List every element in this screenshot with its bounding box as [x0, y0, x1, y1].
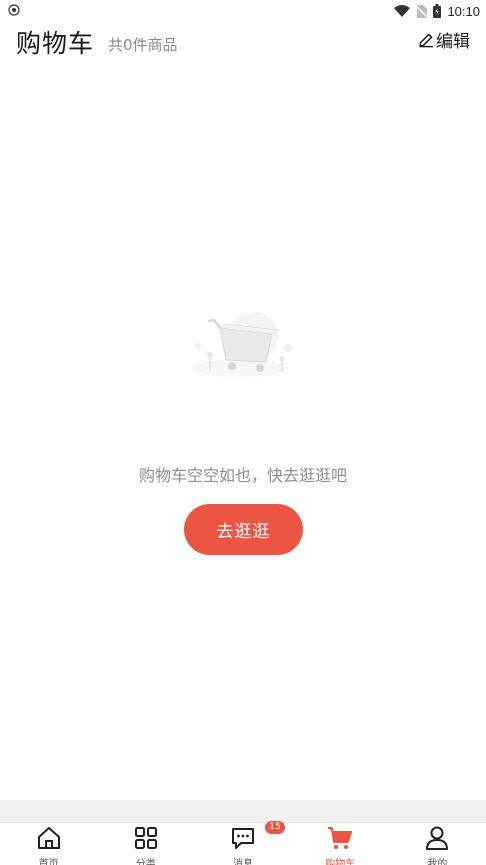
grid-icon: [134, 827, 157, 849]
tab-category[interactable]: 分类: [97, 823, 194, 865]
user-icon: [426, 826, 449, 850]
status-time: 10:10: [447, 3, 480, 19]
no-sim-icon: [416, 4, 428, 18]
empty-cart-illustration: [192, 312, 292, 377]
message-badge: 15: [265, 821, 285, 834]
bottom-tab-bar: 首页 分类 消息 购物车 我的: [0, 822, 486, 865]
edit-button[interactable]: 编辑: [418, 27, 470, 52]
battery-icon: [433, 4, 442, 18]
pencil-icon: [419, 33, 433, 47]
home-icon: [37, 827, 60, 849]
go-shopping-button[interactable]: 去逛逛: [184, 504, 303, 555]
footer-divider: [0, 800, 486, 822]
edit-label: 编辑: [436, 32, 470, 52]
page-title: 购物车: [16, 29, 95, 58]
tab-profile[interactable]: 我的: [389, 823, 486, 865]
shield-icon: [8, 4, 20, 16]
tab-cart[interactable]: 购物车: [292, 823, 389, 865]
message-icon: [232, 828, 254, 849]
wifi-icon: [394, 5, 411, 17]
cart-icon: [328, 827, 353, 849]
item-count: 共0件商品: [108, 36, 178, 54]
status-bar: 10:10: [0, 0, 486, 22]
header: 购物车 共0件商品 编辑: [0, 22, 486, 62]
empty-cart-message: 购物车空空如也，快去逛逛吧: [138, 466, 347, 485]
tab-home[interactable]: 首页: [0, 823, 97, 865]
